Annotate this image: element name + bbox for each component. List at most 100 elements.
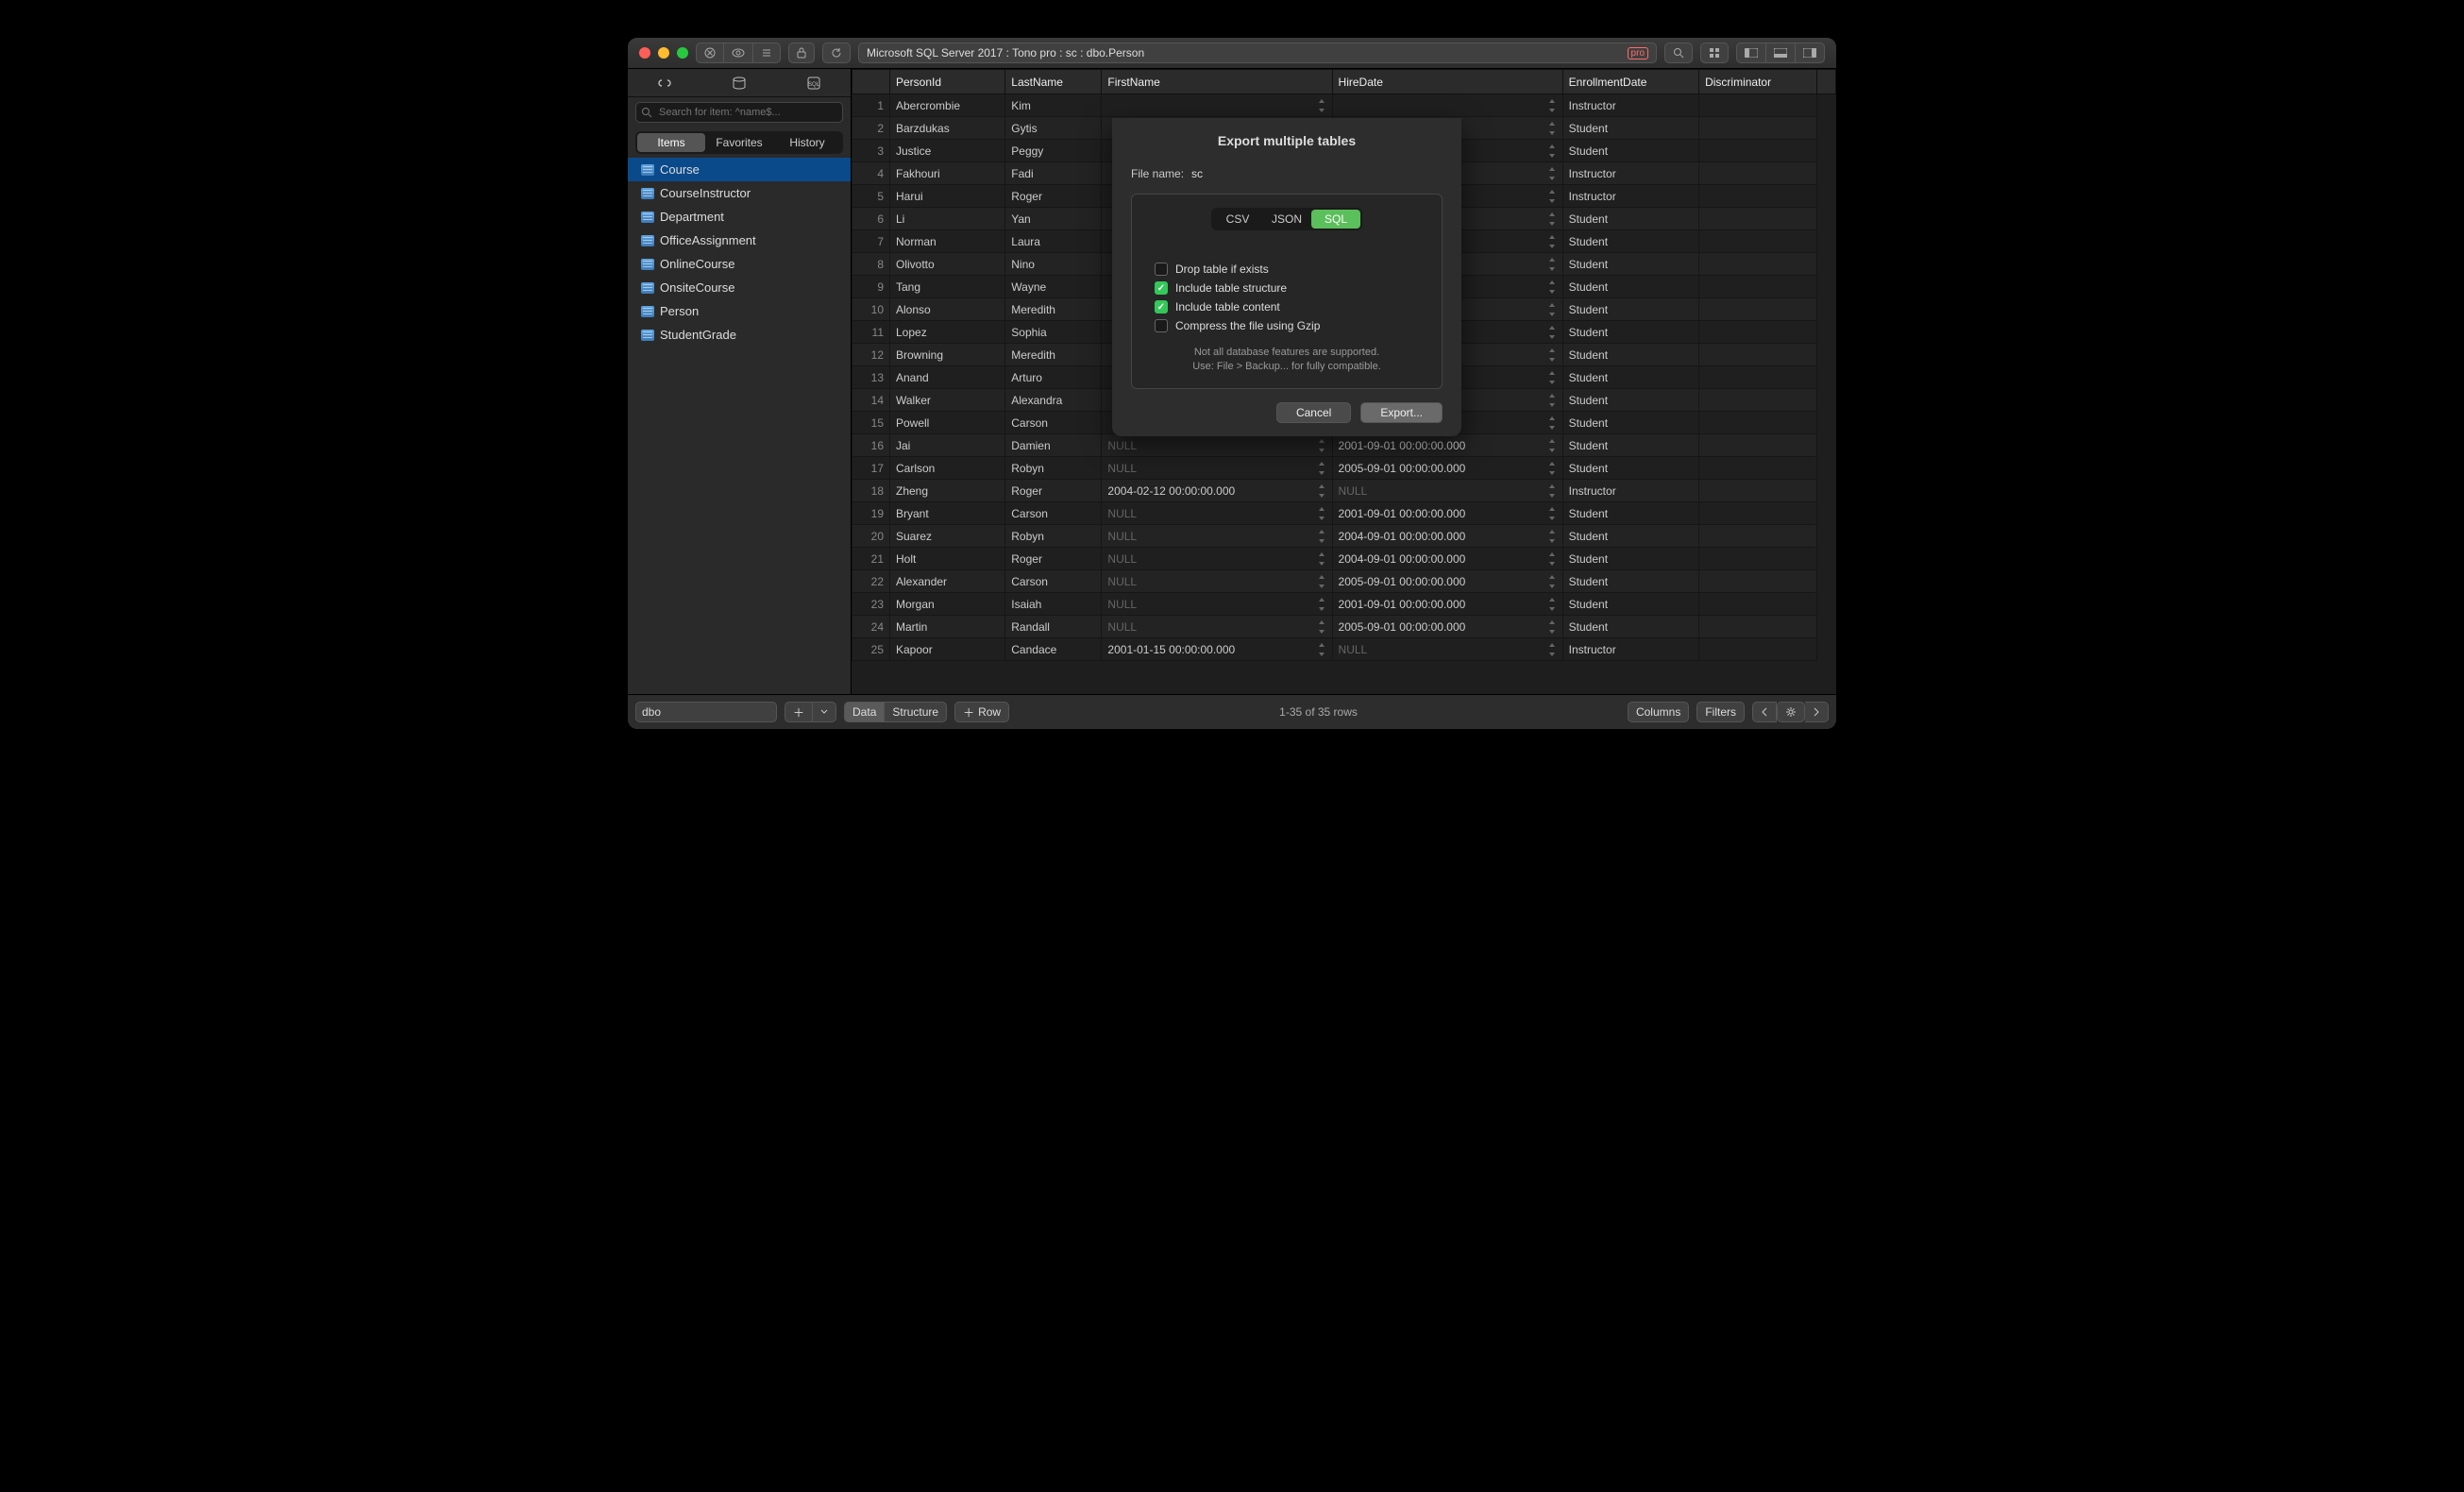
table-cell[interactable]: 25 — [852, 638, 890, 661]
table-cell[interactable]: Barzdukas — [890, 117, 1005, 140]
stepper-icon[interactable] — [1547, 303, 1557, 316]
stepper-icon[interactable] — [1317, 462, 1326, 475]
table-cell[interactable]: 2004-09-01 00:00:00.000 — [1332, 548, 1562, 570]
table-cell[interactable]: Student — [1562, 276, 1698, 298]
format-json[interactable]: JSON — [1262, 210, 1311, 229]
add-dropdown-button[interactable] — [813, 702, 836, 722]
connections-tab-icon[interactable] — [655, 74, 674, 93]
table-cell[interactable]: Randall — [1005, 616, 1102, 638]
table-cell[interactable]: Instructor — [1562, 162, 1698, 185]
stepper-icon[interactable] — [1317, 643, 1326, 656]
column-header-hiredate[interactable]: HireDate — [1332, 70, 1562, 94]
table-cell[interactable]: Fakhouri — [890, 162, 1005, 185]
table-cell[interactable]: NULL — [1102, 457, 1332, 480]
table-cell[interactable]: 14 — [852, 389, 890, 412]
table-cell[interactable]: Justice — [890, 140, 1005, 162]
table-row[interactable]: 22AlexanderCarsonNULL2005-09-01 00:00:00… — [852, 570, 1836, 593]
table-cell[interactable]: 2005-09-01 00:00:00.000 — [1332, 570, 1562, 593]
refresh-button[interactable] — [822, 42, 851, 63]
table-cell[interactable]: Abercrombie — [890, 94, 1005, 117]
table-cell[interactable]: Student — [1562, 412, 1698, 434]
filters-button[interactable]: Filters — [1696, 702, 1745, 722]
stepper-icon[interactable] — [1547, 326, 1557, 339]
table-cell[interactable]: 17 — [852, 457, 890, 480]
connection-address[interactable]: Microsoft SQL Server 2017 : Tono pro : s… — [858, 42, 1657, 63]
table-row[interactable]: 21HoltRogerNULL2004-09-01 00:00:00.000St… — [852, 548, 1836, 570]
table-cell[interactable]: Martin — [890, 616, 1005, 638]
preview-button[interactable] — [724, 42, 753, 63]
table-cell[interactable]: 21 — [852, 548, 890, 570]
table-cell[interactable]: Li — [890, 208, 1005, 230]
table-cell[interactable] — [1332, 94, 1562, 117]
sql-tab-icon[interactable]: SQL — [804, 74, 823, 93]
table-cell[interactable]: Student — [1562, 298, 1698, 321]
table-cell[interactable]: NULL — [1102, 434, 1332, 457]
column-header-firstname[interactable]: FirstName — [1102, 70, 1332, 94]
table-cell[interactable]: NULL — [1102, 502, 1332, 525]
table-cell[interactable]: Tang — [890, 276, 1005, 298]
table-cell[interactable]: Roger — [1005, 185, 1102, 208]
table-cell[interactable]: 13 — [852, 366, 890, 389]
stepper-icon[interactable] — [1317, 620, 1326, 634]
stepper-icon[interactable] — [1547, 258, 1557, 271]
table-cell[interactable]: Instructor — [1562, 480, 1698, 502]
format-csv[interactable]: CSV — [1213, 210, 1262, 229]
table-cell[interactable]: Alexandra — [1005, 389, 1102, 412]
add-row-button[interactable]: ＋ Row — [954, 702, 1009, 722]
sidebar-item-courseinstructor[interactable]: CourseInstructor — [628, 181, 851, 205]
table-cell[interactable]: 2001-09-01 00:00:00.000 — [1332, 502, 1562, 525]
column-header-discriminator[interactable]: Discriminator — [1699, 70, 1817, 94]
table-cell[interactable]: Kapoor — [890, 638, 1005, 661]
sidebar-item-person[interactable]: Person — [628, 299, 851, 323]
stepper-icon[interactable] — [1547, 122, 1557, 135]
cancel-button[interactable]: Cancel — [1276, 402, 1351, 423]
table-cell[interactable]: 8 — [852, 253, 890, 276]
table-cell[interactable]: Student — [1562, 140, 1698, 162]
table-cell[interactable]: 1 — [852, 94, 890, 117]
table-row[interactable]: 20SuarezRobynNULL2004-09-01 00:00:00.000… — [852, 525, 1836, 548]
panel-left-button[interactable] — [1736, 42, 1766, 63]
table-cell[interactable]: Student — [1562, 502, 1698, 525]
table-cell[interactable]: Meredith — [1005, 298, 1102, 321]
close-window-button[interactable] — [639, 47, 650, 59]
stepper-icon[interactable] — [1547, 371, 1557, 384]
table-row[interactable]: 23MorganIsaiahNULL2001-09-01 00:00:00.00… — [852, 593, 1836, 616]
table-cell[interactable]: 2004-09-01 00:00:00.000 — [1332, 525, 1562, 548]
minimize-window-button[interactable] — [658, 47, 669, 59]
stepper-icon[interactable] — [1317, 598, 1326, 611]
sidebar-item-onsitecourse[interactable]: OnsiteCourse — [628, 276, 851, 299]
column-header-personid[interactable]: PersonId — [890, 70, 1005, 94]
stepper-icon[interactable] — [1547, 348, 1557, 362]
stepper-icon[interactable] — [1547, 190, 1557, 203]
table-cell[interactable]: 2005-09-01 00:00:00.000 — [1332, 616, 1562, 638]
sidebar-item-officeassignment[interactable]: OfficeAssignment — [628, 229, 851, 252]
table-cell[interactable]: 12 — [852, 344, 890, 366]
sidebar-tab-history[interactable]: History — [773, 133, 841, 152]
stepper-icon[interactable] — [1547, 530, 1557, 543]
stepper-icon[interactable] — [1547, 144, 1557, 158]
table-cell[interactable]: Student — [1562, 593, 1698, 616]
table-cell[interactable]: Meredith — [1005, 344, 1102, 366]
column-header-lastname[interactable]: LastName — [1005, 70, 1102, 94]
table-cell[interactable]: Carson — [1005, 502, 1102, 525]
list-button[interactable] — [753, 42, 781, 63]
stepper-icon[interactable] — [1547, 167, 1557, 180]
stepper-icon[interactable] — [1547, 484, 1557, 498]
stepper-icon[interactable] — [1547, 462, 1557, 475]
table-cell[interactable]: 24 — [852, 616, 890, 638]
table-cell[interactable]: Roger — [1005, 480, 1102, 502]
table-cell[interactable]: Bryant — [890, 502, 1005, 525]
table-cell[interactable]: Alexander — [890, 570, 1005, 593]
column-header-enrollmentdate[interactable]: EnrollmentDate — [1562, 70, 1698, 94]
table-cell[interactable]: Student — [1562, 321, 1698, 344]
stepper-icon[interactable] — [1547, 280, 1557, 294]
next-page-button[interactable] — [1805, 702, 1829, 722]
table-cell[interactable]: Student — [1562, 344, 1698, 366]
table-cell[interactable]: 2001-09-01 00:00:00.000 — [1332, 434, 1562, 457]
table-cell[interactable]: Morgan — [890, 593, 1005, 616]
table-cell[interactable]: Robyn — [1005, 457, 1102, 480]
stepper-icon[interactable] — [1547, 416, 1557, 430]
table-cell[interactable]: Olivotto — [890, 253, 1005, 276]
table-cell[interactable]: Instructor — [1562, 94, 1698, 117]
stepper-icon[interactable] — [1547, 439, 1557, 452]
